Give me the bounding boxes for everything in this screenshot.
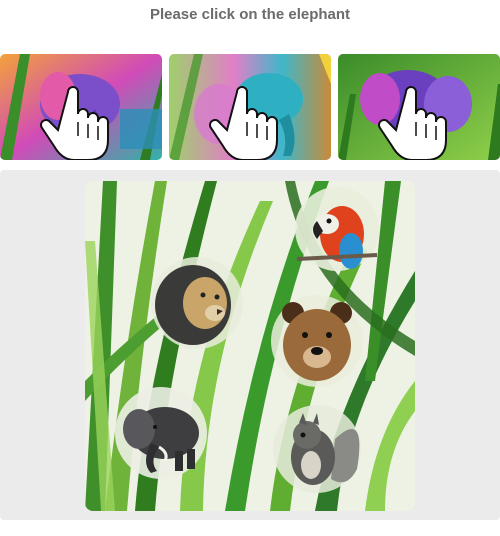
challenge-image[interactable] bbox=[85, 181, 415, 511]
example-elephant-image-1 bbox=[0, 54, 162, 160]
example-elephant-image-3 bbox=[338, 54, 500, 160]
captcha-instruction: Please click on the elephant bbox=[149, 6, 351, 23]
grass-scene bbox=[85, 181, 415, 511]
captcha-widget: Please click on the elephant bbox=[0, 0, 500, 536]
squirrel-option[interactable] bbox=[273, 405, 361, 493]
example-thumbnail-1 bbox=[0, 54, 162, 160]
lion-option[interactable] bbox=[151, 257, 243, 349]
example-elephant-image-2 bbox=[169, 54, 331, 160]
challenge-panel bbox=[0, 170, 500, 520]
example-thumbnail-3 bbox=[338, 54, 500, 160]
bear-option[interactable] bbox=[271, 295, 363, 387]
elephant-option[interactable] bbox=[115, 387, 207, 479]
footer-progress-dots bbox=[236, 529, 260, 536]
example-thumbnail-2 bbox=[169, 54, 331, 160]
parrot-option[interactable] bbox=[295, 187, 379, 271]
captcha-footer bbox=[0, 526, 500, 536]
example-thumbnails bbox=[0, 54, 500, 160]
